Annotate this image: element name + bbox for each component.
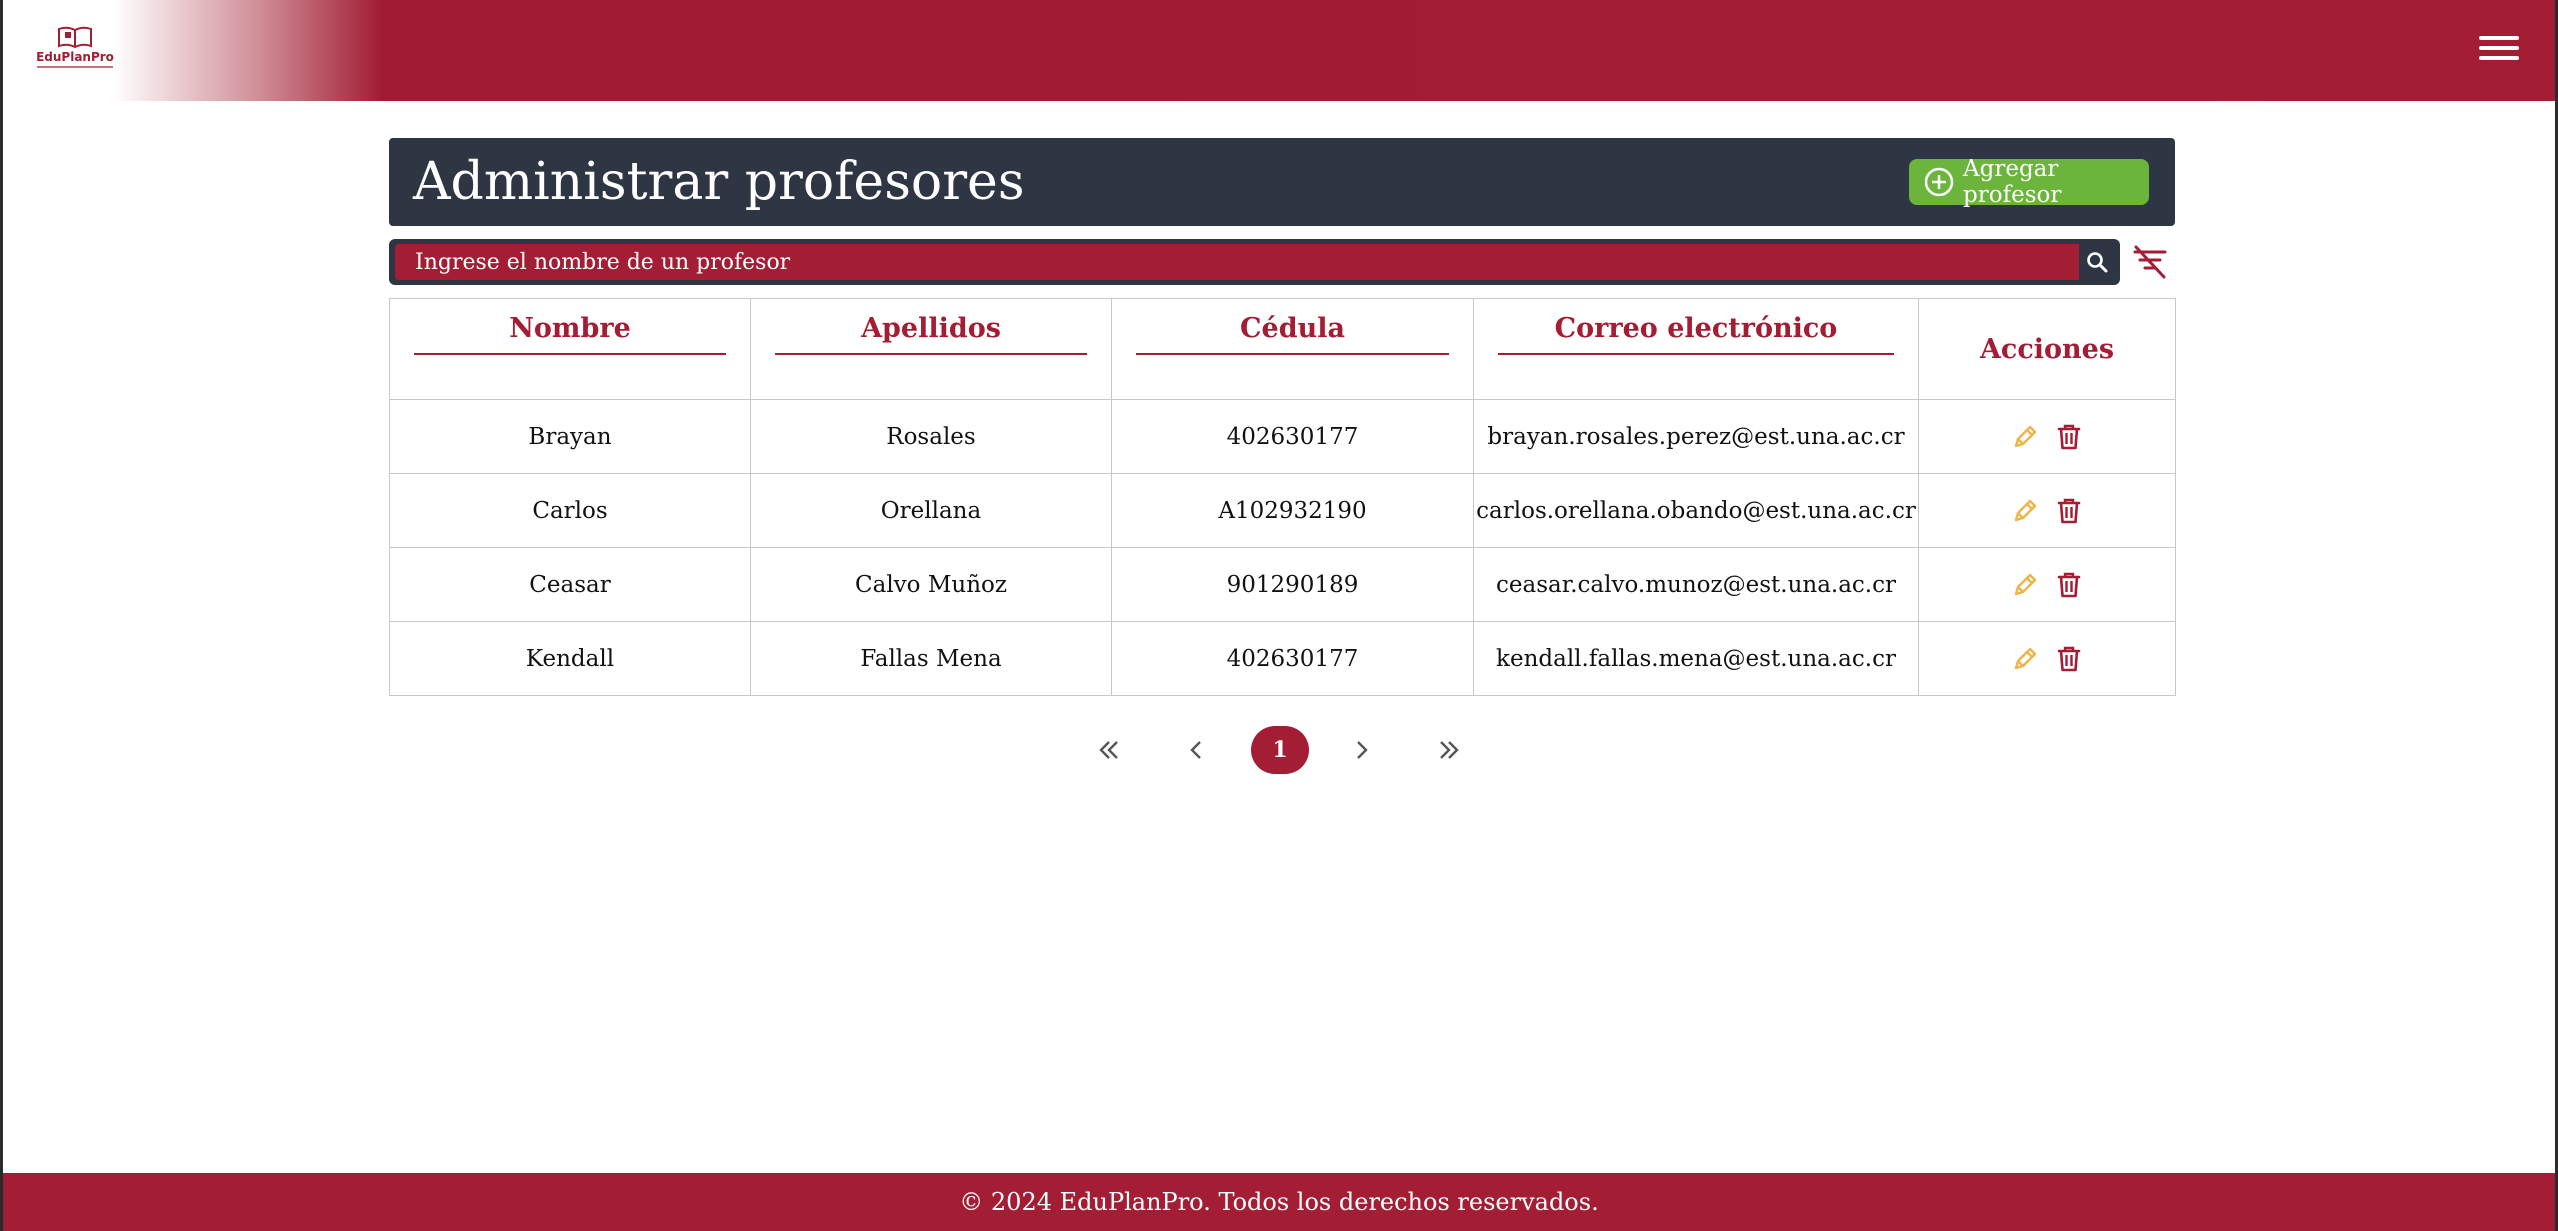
cell-acciones <box>1918 399 2176 474</box>
column-header-cedula[interactable]: Cédula <box>1111 298 1474 400</box>
row-actions <box>1920 422 2174 452</box>
column-header-acciones: Acciones <box>1918 298 2176 400</box>
pencil-icon[interactable] <box>2010 422 2040 452</box>
search-button[interactable] <box>2079 244 2117 280</box>
table-row: Carlos Orellana A102932190 carlos.orellana.… <box>389 473 2176 548</box>
column-header-correo[interactable]: Correo electrónico <box>1473 298 1919 400</box>
table-header-row: Nombre Apellidos Cédula Correo electróni… <box>389 298 2176 400</box>
footer-copyright: © 2024 EduPlanPro. Todos los derechos re… <box>959 1188 1599 1216</box>
cell-acciones <box>1918 621 2176 696</box>
cell-acciones <box>1918 473 2176 548</box>
cell-apellidos: Rosales <box>750 399 1112 474</box>
cell-cedula: 901290189 <box>1111 547 1474 622</box>
top-navbar: EduPlanPro <box>3 0 2555 101</box>
add-professor-label: Agregar profesor <box>1963 156 2062 208</box>
cell-correo: carlos.orellana.obando@est.una.ac.cr <box>1473 473 1919 548</box>
trash-icon[interactable] <box>2054 422 2084 452</box>
search-input[interactable] <box>395 244 2079 280</box>
page-header: Administrar profesores Agregar profesor <box>389 138 2175 226</box>
footer: © 2024 EduPlanPro. Todos los derechos re… <box>3 1173 2555 1231</box>
cell-nombre: Kendall <box>389 621 751 696</box>
search-bar <box>389 239 2120 285</box>
table-row: Brayan Rosales 402630177 brayan.rosales.per… <box>389 399 2176 474</box>
cell-nombre: Carlos <box>389 473 751 548</box>
column-header-apellidos[interactable]: Apellidos <box>750 298 1112 400</box>
logo-text: EduPlanPro <box>36 50 114 64</box>
page-title: Administrar profesores <box>413 152 1025 212</box>
hamburger-menu-icon[interactable] <box>2479 36 2519 66</box>
chevron-left-icon <box>1190 741 1201 759</box>
filter-off-icon[interactable] <box>2129 242 2171 284</box>
chevrons-left-icon <box>1099 741 1118 759</box>
cell-cedula: A102932190 <box>1111 473 1474 548</box>
row-actions <box>1920 644 2174 674</box>
chevron-right-icon <box>1357 741 1368 759</box>
table-row: Ceasar Calvo Muñoz 901290189 ceasar.calvo.m… <box>389 547 2176 622</box>
pencil-icon[interactable] <box>2010 570 2040 600</box>
add-professor-button[interactable]: Agregar profesor <box>1909 156 2149 208</box>
table-row: Kendall Fallas Mena 402630177 kendall.falla… <box>389 621 2176 696</box>
cell-correo: brayan.rosales.perez@est.una.ac.cr <box>1473 399 1919 474</box>
logo-tagline <box>37 66 113 68</box>
first-page-button[interactable] <box>1083 724 1135 776</box>
search-icon <box>2087 252 2108 273</box>
trash-icon[interactable] <box>2054 496 2084 526</box>
cell-apellidos: Orellana <box>750 473 1112 548</box>
cell-correo: ceasar.calvo.munoz@est.una.ac.cr <box>1473 547 1919 622</box>
last-page-button[interactable] <box>1423 724 1475 776</box>
row-actions <box>1920 496 2174 526</box>
chevrons-right-icon <box>1440 741 1459 759</box>
cell-correo: kendall.fallas.mena@est.una.ac.cr <box>1473 621 1919 696</box>
page-number-current[interactable]: 1 <box>1251 726 1309 774</box>
professors-table: Nombre Apellidos Cédula Correo electróni… <box>389 298 2176 696</box>
column-header-nombre[interactable]: Nombre <box>389 298 751 400</box>
pencil-icon[interactable] <box>2010 644 2040 674</box>
cell-nombre: Brayan <box>389 399 751 474</box>
pencil-icon[interactable] <box>2010 496 2040 526</box>
cell-apellidos: Fallas Mena <box>750 621 1112 696</box>
book-logo-icon <box>58 26 92 48</box>
row-actions <box>1920 570 2174 600</box>
plus-circle-icon <box>1924 167 1954 197</box>
cell-acciones <box>1918 547 2176 622</box>
cell-apellidos: Calvo Muñoz <box>750 547 1112 622</box>
cell-cedula: 402630177 <box>1111 399 1474 474</box>
previous-page-button[interactable] <box>1171 724 1223 776</box>
trash-icon[interactable] <box>2054 570 2084 600</box>
logo[interactable]: EduPlanPro <box>31 22 119 78</box>
trash-icon[interactable] <box>2054 644 2084 674</box>
next-page-button[interactable] <box>1335 724 1387 776</box>
cell-nombre: Ceasar <box>389 547 751 622</box>
cell-cedula: 402630177 <box>1111 621 1474 696</box>
